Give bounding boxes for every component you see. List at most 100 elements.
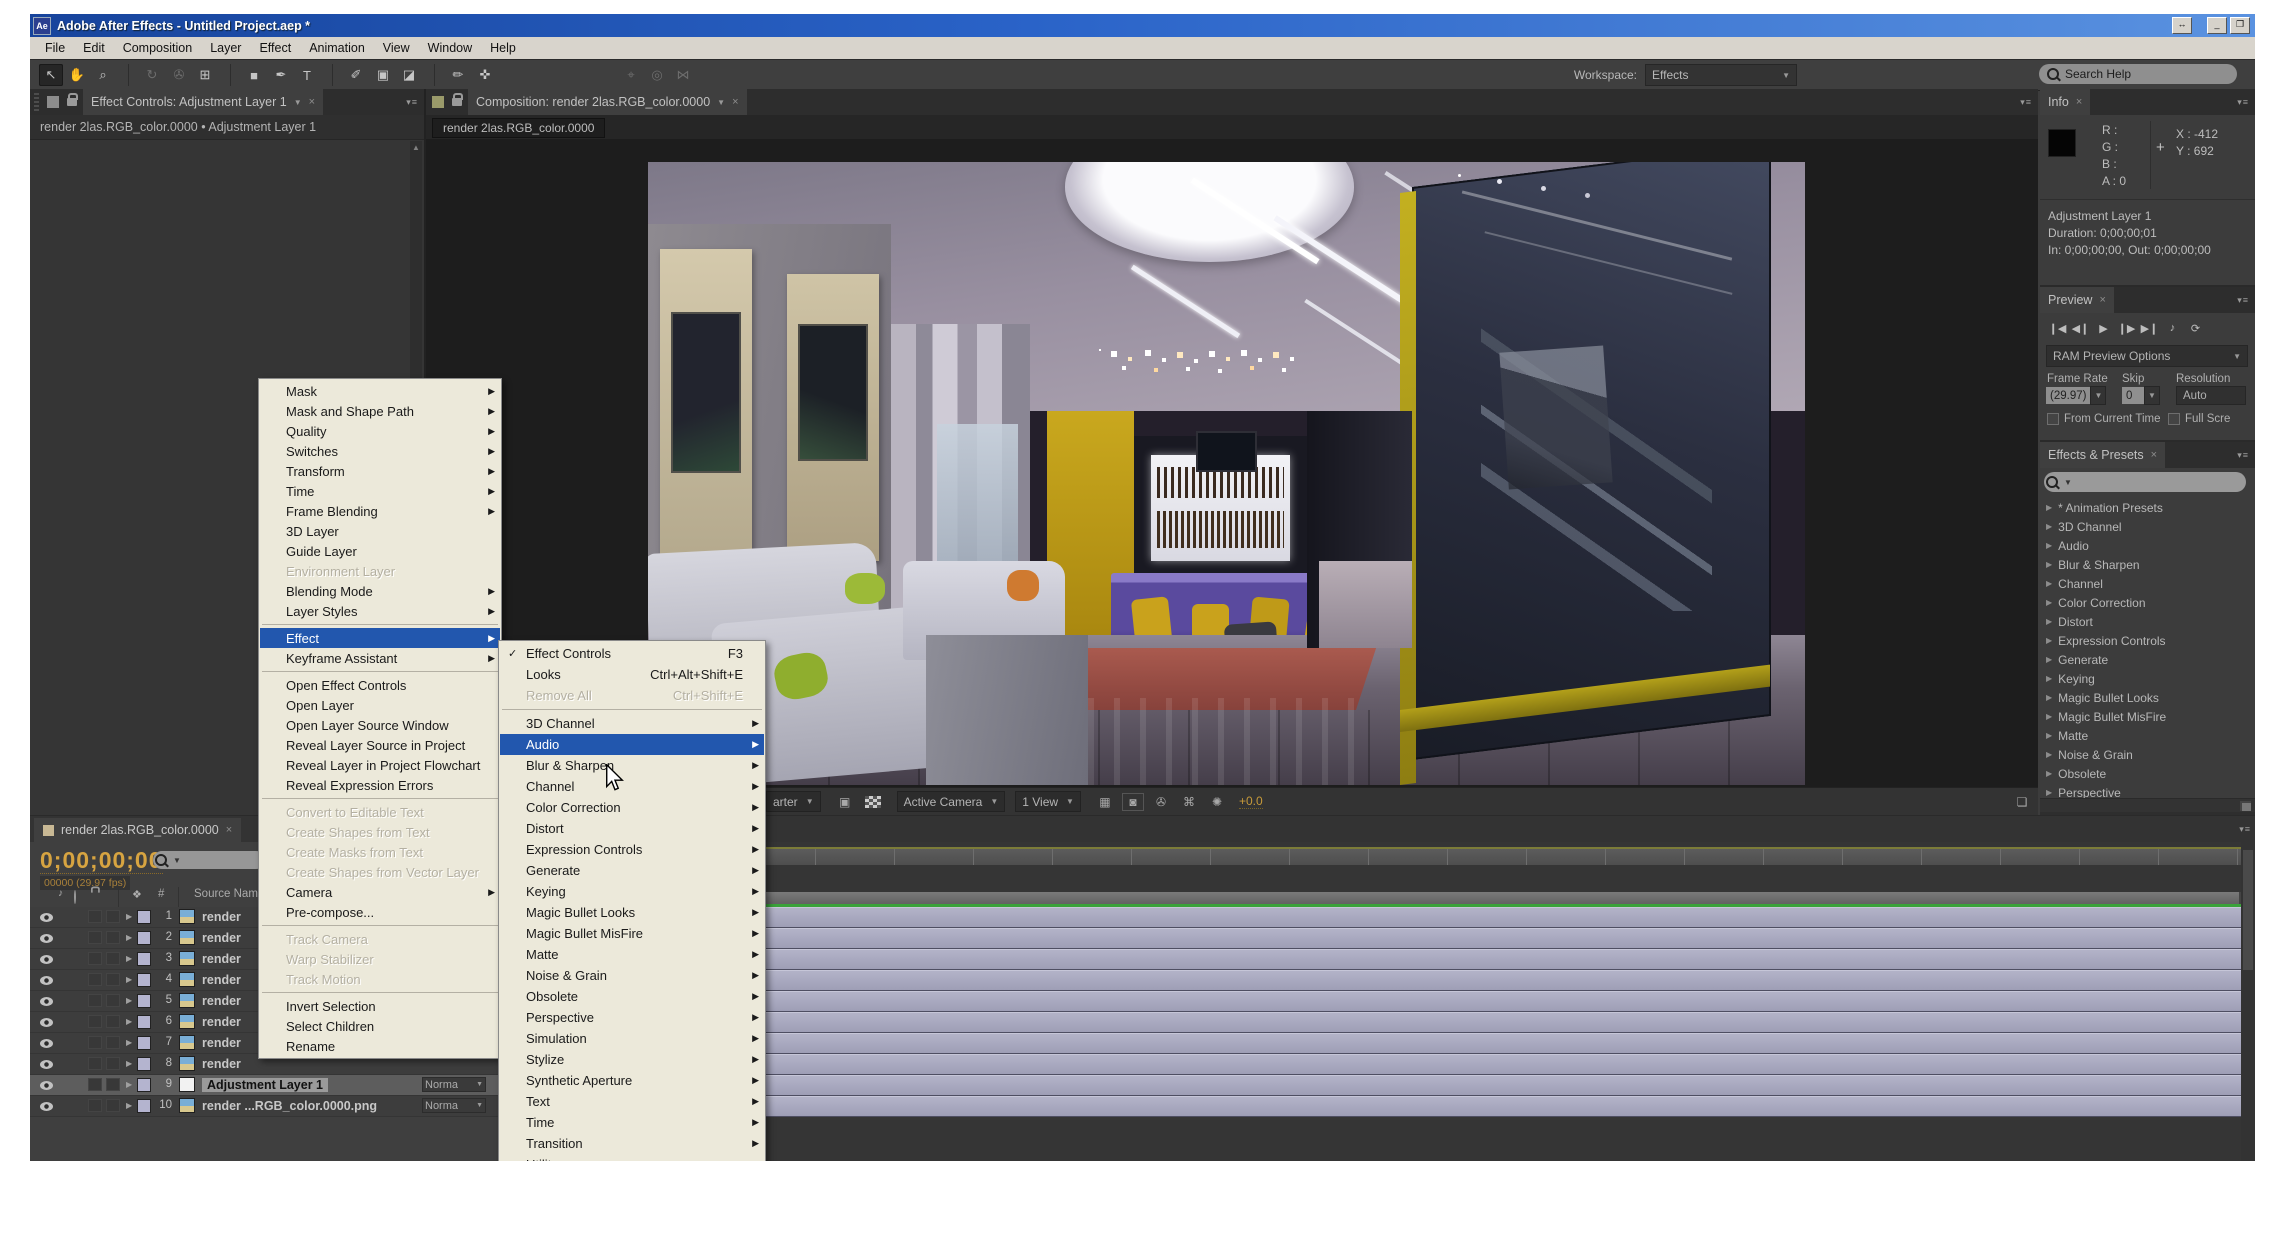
effects-category[interactable]: ▶ Channel [2040, 574, 2255, 593]
lock-toggle[interactable] [106, 994, 120, 1007]
visibility-eye-icon[interactable] [40, 1018, 53, 1027]
menu-bar-item[interactable]: Composition [114, 39, 201, 57]
menu-item[interactable]: ✓ 3D Channel ▶ [500, 713, 764, 734]
panel-drag-handle[interactable] [34, 93, 39, 111]
expand-arrow-icon[interactable]: ▶ [2046, 712, 2052, 721]
search-help-input[interactable]: Search Help [2039, 64, 2237, 84]
tool-button[interactable]: ⌕ [91, 64, 115, 86]
menu-item[interactable]: ✓ Matte ▶ [500, 944, 764, 965]
menu-item[interactable]: ✓ Camera ▶ [260, 882, 500, 902]
lock-icon[interactable] [452, 98, 462, 106]
menu-item[interactable]: ✓ ▶ [262, 671, 498, 672]
label-color-swatch[interactable] [138, 1100, 150, 1112]
menu-bar-item[interactable]: View [374, 39, 419, 57]
close-icon[interactable]: × [226, 824, 232, 836]
effects-category[interactable]: ▶ Audio [2040, 536, 2255, 555]
panel-menu-icon[interactable]: ▾≡ [2020, 97, 2032, 108]
axis-mode-button[interactable]: ◎ [645, 64, 669, 86]
effects-category[interactable]: ▶ Blur & Sharpen [2040, 555, 2255, 574]
menu-item[interactable]: ✓ Blending Mode ▶ [260, 581, 500, 601]
tool-button[interactable]: T [295, 64, 319, 86]
audio-toggle[interactable] [88, 1099, 102, 1112]
tab-info[interactable]: Info × [2040, 89, 2090, 115]
effects-search-input[interactable]: ▼ [2044, 472, 2246, 492]
menu-item[interactable]: ✓ Create Shapes from Text ▶ [260, 822, 500, 842]
effects-category[interactable]: ▶ Distort [2040, 612, 2255, 631]
menu-bar-item[interactable]: Layer [201, 39, 250, 57]
layer-name[interactable]: render ...RGB_color.0000.png [202, 1099, 377, 1113]
label-color-swatch[interactable] [138, 953, 150, 965]
from-current-time-checkbox[interactable]: From Current Time [2047, 413, 2161, 425]
menu-item[interactable]: ✓ Transform ▶ [260, 461, 500, 481]
menu-item[interactable]: ✓ Warp Stabilizer ▶ [260, 949, 500, 969]
layer-name[interactable]: render [202, 1036, 241, 1050]
effects-category[interactable]: ▶ Noise & Grain [2040, 745, 2255, 764]
tab-composition[interactable]: Composition: render 2las.RGB_color.0000 … [468, 89, 747, 115]
lock-toggle[interactable] [106, 931, 120, 944]
menu-item[interactable]: ✓ Audio ▶ [500, 734, 764, 755]
mask-visibility-icon[interactable]: ◙ [1123, 794, 1143, 810]
tool-button[interactable]: ↖ [39, 64, 63, 86]
tool-button[interactable]: ✒ [269, 64, 293, 86]
expand-arrow-icon[interactable]: ▶ [2046, 655, 2052, 664]
close-icon[interactable]: × [732, 96, 738, 108]
transport-button[interactable]: ▶❙ [2138, 319, 2161, 337]
effects-category[interactable]: ▶ Perspective [2040, 783, 2255, 798]
effects-category[interactable]: ▶ Magic Bullet MisFire [2040, 707, 2255, 726]
audio-toggle[interactable] [88, 1057, 102, 1070]
layer-name[interactable]: render [202, 1057, 241, 1071]
menu-bar-item[interactable]: Window [419, 39, 481, 57]
audio-toggle[interactable] [88, 994, 102, 1007]
lock-icon[interactable] [67, 98, 77, 106]
menu-item[interactable]: ✓ Time ▶ [500, 1112, 764, 1133]
expand-arrow-icon[interactable]: ▶ [126, 1038, 132, 1047]
axis-mode-button[interactable]: ⋈ [671, 64, 695, 86]
pixel-aspect-icon[interactable]: ❏ [2012, 794, 2032, 810]
tool-button[interactable]: ■ [230, 64, 267, 86]
transport-button[interactable]: ◀❙ [2069, 319, 2092, 337]
menu-item[interactable]: ✓ Effect Controls F3 ▶ [500, 643, 764, 664]
menu-bar-item[interactable]: Animation [300, 39, 374, 57]
layer-row[interactable]: ▶ 9 Adjustment Layer 1 Norma ▼ [30, 1075, 500, 1096]
resolution-dropdown[interactable]: Auto [2176, 387, 2246, 404]
restore-inner-window-button[interactable]: ↔ [2172, 17, 2192, 34]
visibility-eye-icon[interactable] [40, 913, 53, 922]
menu-item[interactable]: ✓ Text ▶ [500, 1091, 764, 1112]
menu-item[interactable]: ✓ Stylize ▶ [500, 1049, 764, 1070]
panel-menu-icon[interactable]: ▾≡ [406, 97, 418, 108]
panel-menu-icon[interactable]: ▾≡ [2237, 450, 2249, 461]
label-color-swatch[interactable] [138, 1016, 150, 1028]
menu-item[interactable]: ✓ Obsolete ▶ [500, 986, 764, 1007]
menu-item[interactable]: ✓ Channel ▶ [500, 776, 764, 797]
tool-button[interactable]: ↻ [128, 64, 165, 86]
menu-item[interactable]: ✓ Simulation ▶ [500, 1028, 764, 1049]
lock-toggle[interactable] [106, 952, 120, 965]
tool-button[interactable]: ✜ [473, 64, 497, 86]
menu-item[interactable]: ✓ Noise & Grain ▶ [500, 965, 764, 986]
menu-item[interactable]: ✓ Create Shapes from Vector Layer ▶ [260, 862, 500, 882]
menu-item[interactable]: ✓ Looks Ctrl+Alt+Shift+E ▶ [500, 664, 764, 685]
expand-arrow-icon[interactable]: ▶ [2046, 788, 2052, 797]
effects-category[interactable]: ▶ Obsolete [2040, 764, 2255, 783]
menu-item[interactable]: ✓ Track Motion ▶ [260, 969, 500, 989]
menu-item[interactable]: ✓ Generate ▶ [500, 860, 764, 881]
timeline-scrollbar[interactable] [2241, 842, 2255, 1161]
audio-toggle[interactable] [88, 1036, 102, 1049]
blend-mode-dropdown[interactable]: Norma ▼ [422, 1098, 486, 1113]
menu-item[interactable]: ✓ Select Children ▶ [260, 1016, 500, 1036]
expand-arrow-icon[interactable]: ▶ [2046, 674, 2052, 683]
tool-button[interactable]: ✏ [434, 64, 471, 86]
menu-item[interactable]: ✓ 3D Layer ▶ [260, 521, 500, 541]
blend-mode-dropdown[interactable]: Norma ▼ [422, 1077, 486, 1092]
menu-item[interactable]: ✓ Mask and Shape Path ▶ [260, 401, 500, 421]
expand-arrow-icon[interactable]: ▶ [2046, 522, 2052, 531]
menu-item[interactable]: ✓ Distort ▶ [500, 818, 764, 839]
tool-button[interactable]: ⊞ [193, 64, 217, 86]
label-color-swatch[interactable] [138, 995, 150, 1007]
expand-arrow-icon[interactable]: ▶ [2046, 769, 2052, 778]
visibility-eye-icon[interactable] [40, 1081, 53, 1090]
menu-item[interactable]: ✓ Expression Controls ▶ [500, 839, 764, 860]
camera-view-dropdown[interactable]: Active Camera ▼ [897, 791, 1006, 812]
expand-arrow-icon[interactable]: ▶ [2046, 693, 2052, 702]
lock-toggle[interactable] [106, 1057, 120, 1070]
